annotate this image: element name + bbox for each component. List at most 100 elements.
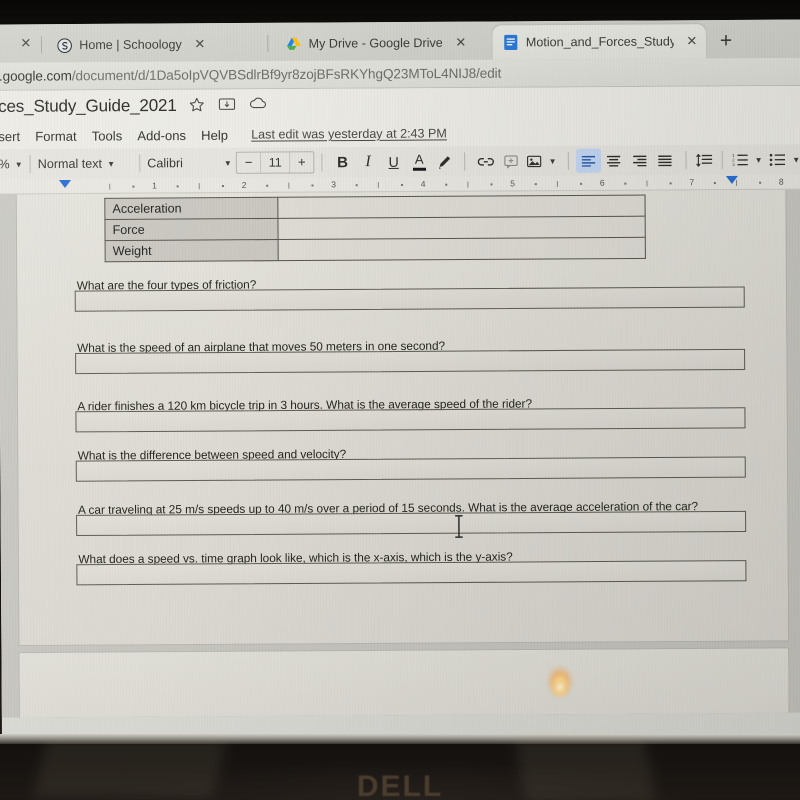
monitor-top-bezel <box>0 0 800 22</box>
ruler-number: 8 <box>778 176 784 187</box>
menu-item-format[interactable]: Format <box>35 128 77 143</box>
document-title[interactable]: ces_Study_Guide_2021 <box>0 96 177 117</box>
right-indent-marker[interactable] <box>725 175 739 184</box>
align-center-icon[interactable] <box>601 148 627 172</box>
line-spacing-icon[interactable] <box>693 148 715 172</box>
text-color-swatch <box>412 167 426 171</box>
url-path: /document/d/1Da5oIpVQVBSdlrBf9yr8zojBFsR… <box>71 65 502 84</box>
menu-item-insert[interactable]: sert <box>0 128 20 143</box>
address-bar-url: .google.com/document/d/1Da5oIpVQVBSdlrBf… <box>0 66 501 84</box>
tab-divider <box>267 34 269 52</box>
photograph-of-monitor: ✕ Home | Schoology ✕ My Drive - Google D… <box>0 0 800 800</box>
toolbar-divider <box>464 152 466 171</box>
font-size-decrease-button[interactable]: − <box>237 153 261 173</box>
chevron-down-icon: ▼ <box>223 158 232 168</box>
tab-close-icon[interactable]: ✕ <box>453 35 469 51</box>
google-docs-icon <box>503 34 519 51</box>
align-right-icon[interactable] <box>627 148 653 172</box>
browser-tab-motion-and-forces-study-guide[interactable]: Motion_and_Forces_Study_Guid ✕ <box>492 24 707 60</box>
toolbar-divider <box>29 155 31 174</box>
answer-box-6[interactable] <box>76 560 747 586</box>
toolbar-divider <box>321 153 323 172</box>
font-size-value[interactable]: 11 <box>260 152 291 173</box>
ruler-number: 6 <box>599 177 605 188</box>
table-cell-label[interactable]: Weight <box>105 239 279 262</box>
document-canvas[interactable]: Acceleration Force Weight What are the f… <box>0 189 800 718</box>
table-cell-answer[interactable] <box>278 237 646 261</box>
underline-button[interactable]: U <box>381 150 407 174</box>
insert-image-icon[interactable] <box>524 149 544 173</box>
table-cell-answer[interactable] <box>277 195 646 219</box>
move-to-folder-icon[interactable] <box>219 96 237 114</box>
last-edit-status[interactable]: Last edit was yesterday at 2:43 PM <box>251 126 447 141</box>
browser-tab-google-drive[interactable]: My Drive - Google Drive ✕ <box>275 25 487 61</box>
answer-box-5[interactable] <box>76 510 747 537</box>
link-icon[interactable] <box>473 149 499 173</box>
svg-text:3: 3 <box>732 162 735 167</box>
table-cell-answer[interactable] <box>277 216 646 240</box>
table-cell-label[interactable]: Force <box>104 218 279 241</box>
toolbar-divider <box>685 151 687 170</box>
document-page-1[interactable]: Acceleration Force Weight What are the f… <box>16 189 789 646</box>
document-title-bar: ces_Study_Guide_2021 <box>0 85 800 124</box>
font-size-increase-button[interactable]: + <box>290 152 314 172</box>
document-page-2[interactable]: Name: Date: Period: <box>19 648 789 718</box>
monitor-screen: ✕ Home | Schoology ✕ My Drive - Google D… <box>0 19 800 745</box>
bold-button[interactable]: B <box>330 150 356 174</box>
ruler-number: 2 <box>241 179 247 190</box>
numbered-list-icon[interactable]: 123 <box>730 148 750 172</box>
google-drive-icon <box>285 36 301 52</box>
tab-close-icon[interactable]: ✕ <box>192 36 208 52</box>
highlight-pen-icon[interactable] <box>432 149 458 173</box>
bulleted-list-icon[interactable] <box>767 147 787 171</box>
align-justify-icon[interactable] <box>652 148 678 172</box>
ruler-number: 7 <box>689 177 695 188</box>
font-family-selector[interactable]: Calibri ▼ <box>147 151 236 176</box>
answer-box-2[interactable] <box>75 348 746 375</box>
paragraph-style-value: Normal text <box>37 156 103 172</box>
answer-box-1[interactable] <box>74 286 745 312</box>
chevron-down-icon[interactable]: ▼ <box>549 156 557 165</box>
chevron-down-icon[interactable]: ▼ <box>792 155 800 164</box>
browser-tab-schoology[interactable]: Home | Schoology ✕ <box>46 27 262 63</box>
google-docs-app: ces_Study_Guide_2021 sert Format Tools A… <box>0 85 800 718</box>
zoom-selector[interactable]: % ▼ <box>0 152 23 176</box>
offscreen-tab-close-icon[interactable]: ✕ <box>18 35 34 51</box>
document-toolbar: % ▼ Normal text ▼ Calibri ▼ − 11 + B I U… <box>0 144 800 180</box>
ruler-number: 3 <box>331 179 337 190</box>
schoology-icon <box>56 37 72 53</box>
url-domain: .google.com <box>0 68 72 84</box>
menu-item-add-ons[interactable]: Add-ons <box>137 127 186 142</box>
align-left-icon[interactable] <box>575 148 602 173</box>
text-color-letter: A <box>414 151 424 167</box>
paragraph-style-selector[interactable]: Normal text ▼ <box>38 151 133 176</box>
new-tab-button[interactable]: + <box>714 29 738 54</box>
table-row[interactable]: Weight <box>105 237 646 262</box>
tab-title: Motion_and_Forces_Study_Guid <box>525 34 674 50</box>
font-size-stepper[interactable]: − 11 + <box>235 151 315 174</box>
definitions-table[interactable]: Acceleration Force Weight <box>104 195 646 263</box>
ruler-number: 4 <box>420 178 426 189</box>
italic-button[interactable]: I <box>355 150 381 174</box>
menu-item-tools[interactable]: Tools <box>92 128 123 143</box>
toolbar-divider <box>139 154 141 173</box>
left-indent-marker[interactable] <box>58 179 72 189</box>
zoom-value: % <box>0 157 10 172</box>
monitor-brand-logo: DELL <box>356 770 444 800</box>
add-comment-icon[interactable] <box>498 149 524 173</box>
toolbar-divider <box>567 151 569 170</box>
cloud-saved-icon[interactable] <box>249 96 267 114</box>
font-family-value: Calibri <box>147 156 183 171</box>
tab-divider <box>40 36 43 54</box>
chevron-down-icon[interactable]: ▼ <box>755 155 763 164</box>
text-color-button[interactable]: A <box>406 150 432 174</box>
tab-title: My Drive - Google Drive <box>308 35 443 51</box>
star-icon[interactable] <box>189 97 207 115</box>
toolbar-divider <box>721 150 723 169</box>
ruler-number: 5 <box>510 178 516 189</box>
answer-box-3[interactable] <box>75 407 746 433</box>
menu-item-help[interactable]: Help <box>201 127 228 142</box>
tab-close-icon[interactable]: ✕ <box>684 33 700 49</box>
answer-box-4[interactable] <box>75 456 746 482</box>
table-cell-label[interactable]: Acceleration <box>104 197 278 220</box>
